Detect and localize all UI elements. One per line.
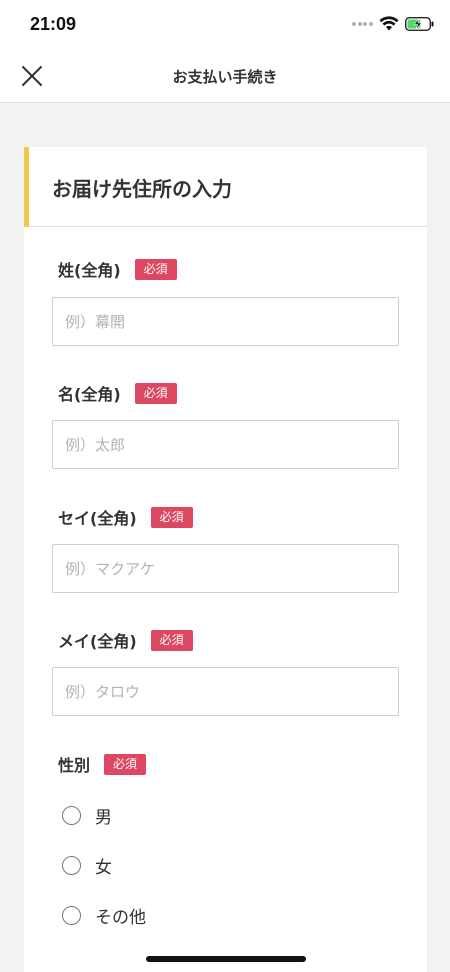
first-name-kana-label: メイ(全角)	[58, 632, 137, 651]
nav-bar: お支払い手続き	[0, 50, 450, 103]
gender-option-label: 女	[95, 858, 112, 878]
battery-charging-icon	[405, 17, 434, 31]
last-name-label: 姓(全角)	[58, 261, 121, 280]
first-name-label-row: 名(全角) 必須	[58, 381, 177, 405]
address-form-card: お届け先住所の入力 姓(全角) 必須 名(全角) 必須 セイ(全角) 必須 メイ…	[24, 147, 427, 972]
status-time: 21:09	[30, 14, 77, 34]
required-badge: 必須	[150, 506, 193, 528]
first-name-kana-label-row: メイ(全角) 必須	[58, 628, 193, 652]
required-badge: 必須	[150, 629, 193, 651]
page-title: お支払い手続き	[172, 68, 278, 86]
home-indicator	[146, 956, 306, 962]
first-name-input[interactable]	[52, 420, 399, 469]
required-badge: 必須	[104, 753, 147, 775]
section-title: お届け先住所の入力	[52, 177, 232, 201]
gender-option-label: 男	[95, 808, 112, 828]
wifi-icon	[379, 16, 399, 31]
section-accent-bar	[24, 147, 29, 227]
last-name-kana-label-row: セイ(全角) 必須	[58, 505, 193, 529]
section-header: お届け先住所の入力	[24, 147, 427, 227]
gender-option-other[interactable]: その他	[62, 903, 146, 928]
last-name-kana-label: セイ(全角)	[58, 509, 137, 528]
first-name-label: 名(全角)	[58, 385, 121, 404]
last-name-kana-input[interactable]	[52, 544, 399, 593]
gender-option-female[interactable]: 女	[62, 853, 112, 878]
cellular-signal-icon	[352, 22, 374, 28]
gender-label-row: 性別 必須	[58, 752, 147, 776]
radio-button[interactable]	[62, 906, 81, 925]
last-name-input[interactable]	[52, 297, 399, 346]
gender-option-male[interactable]: 男	[62, 803, 112, 828]
last-name-label-row: 姓(全角) 必須	[58, 257, 177, 281]
radio-button[interactable]	[62, 856, 81, 875]
radio-button[interactable]	[62, 806, 81, 825]
status-bar: 21:09	[0, 0, 450, 50]
gender-label: 性別	[58, 756, 91, 775]
required-badge: 必須	[134, 382, 177, 404]
gender-option-label: その他	[95, 908, 146, 928]
required-badge: 必須	[134, 258, 177, 280]
first-name-kana-input[interactable]	[52, 667, 399, 716]
